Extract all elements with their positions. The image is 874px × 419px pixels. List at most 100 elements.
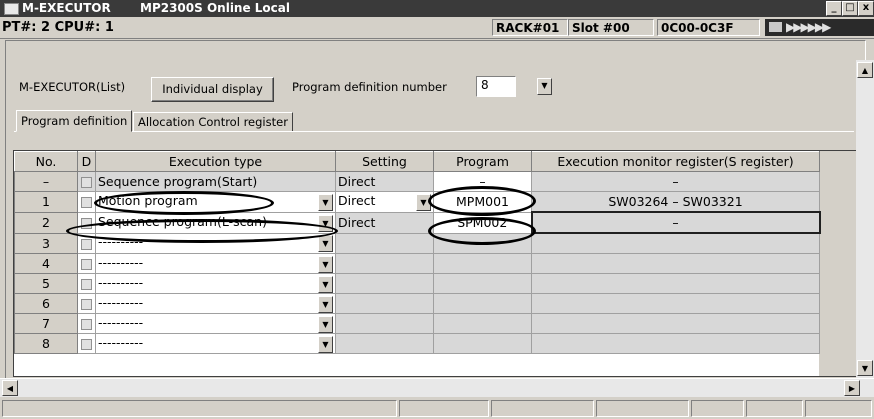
row-no: 4 [14,253,78,274]
row-checkbox[interactable] [77,253,96,274]
table-row: 3 ▼ ---------- [14,232,820,254]
tab-allocation-control-register[interactable]: Allocation Control register [133,112,293,132]
program-definition-number-label: Program definition number [292,80,447,94]
row-execution-type-select[interactable]: ▼ ---------- [95,293,336,314]
scroll-left-icon[interactable]: ◀ [2,380,18,396]
row-checkbox[interactable] [77,313,96,334]
individual-display-button[interactable]: Individual display [151,77,274,102]
row-checkbox[interactable] [77,191,96,213]
dropdown-arrow-icon[interactable]: ▼ [318,214,333,232]
vertical-scrollbar[interactable]: ▲ ▼ [856,60,874,378]
horizontal-scrollbar[interactable]: ◀ ▶ [0,378,874,397]
table-row: 2 ▼ Sequence program(L-scan) Direct SPM00… [14,211,821,234]
program-definition-number-select[interactable]: 8 [476,76,516,97]
row-setting [335,293,434,314]
dropdown-arrow-icon[interactable]: ▼ [416,193,431,211]
dropdown-arrow-icon[interactable]: ▼ [537,78,552,95]
row-execution-type-select[interactable]: ▼ Sequence program(L-scan) [95,211,336,234]
row-monitor [531,273,820,294]
bottom-status-bar [0,398,874,419]
dropdown-arrow-icon[interactable]: ▼ [318,255,333,273]
connection-status-bar: PT#: 2 CPU#: 1 RACK#01 Slot #00 0C00-0C3… [0,18,874,39]
row-no: – [14,171,78,192]
row-monitor [531,313,820,334]
row-setting [335,253,434,274]
list-label: M-EXECUTOR(List) [19,80,126,94]
status-segment [596,400,689,417]
dropdown-arrow-icon[interactable]: ▼ [318,275,333,293]
row-checkbox[interactable] [77,232,96,254]
status-segment [691,400,744,417]
row-no: 6 [14,293,78,314]
tab-program-definition[interactable]: Program definition [16,110,133,132]
close-button[interactable]: x [858,1,874,16]
table-row: 5 ▼ ---------- [14,273,820,294]
table-row: – Sequence program(Start) Direct – – [14,171,820,192]
row-checkbox [77,171,96,192]
scroll-up-icon[interactable]: ▲ [857,62,873,78]
row-execution-type-select[interactable]: ▼ Motion program [95,191,336,213]
row-execution-type-select[interactable]: ▼ ---------- [95,273,336,294]
row-execution-type-select[interactable]: ▼ ---------- [95,333,336,354]
row-program [433,253,532,274]
col-header-monitor-register[interactable]: Execution monitor register(S register) [531,151,820,172]
dropdown-arrow-icon[interactable]: ▼ [318,295,333,313]
pt-cpu-label: PT#: 2 CPU#: 1 [2,20,114,35]
row-setting [335,313,434,334]
row-setting-select[interactable]: ▼ Direct [335,191,434,213]
communication-indicator: ▶▶▶▶▶▶ [765,19,874,36]
row-no: 7 [14,313,78,334]
maximize-button[interactable]: □ [842,1,858,16]
dropdown-arrow-icon[interactable]: ▼ [318,315,333,333]
col-header-execution-type[interactable]: Execution type [95,151,336,172]
row-execution-type-select[interactable]: ▼ ---------- [95,232,336,254]
row-monitor: – [531,171,820,192]
row-program [433,273,532,294]
table-row: 7 ▼ ---------- [14,313,820,334]
row-no: 3 [14,232,78,254]
row-monitor[interactable]: – [530,211,821,234]
row-execution-type: Sequence program(Start) [95,171,336,192]
table-header-row: No. D Execution type Setting Program Exe… [14,151,820,172]
row-setting [335,273,434,294]
col-header-d[interactable]: D [77,151,96,172]
row-checkbox[interactable] [77,293,96,314]
table-row: 1 ▼ Motion program ▼ Direct MPM001 SW03264… [14,191,820,213]
col-header-setting[interactable]: Setting [335,151,434,172]
dropdown-arrow-icon[interactable]: ▼ [318,335,333,353]
dropdown-arrow-icon[interactable]: ▼ [318,235,333,253]
dropdown-arrow-icon[interactable]: ▼ [318,193,333,211]
row-checkbox[interactable] [77,333,96,354]
row-monitor [531,293,820,314]
monitor-icon [769,22,782,32]
status-segment [805,400,872,417]
row-no: 5 [14,273,78,294]
row-monitor: SW03264 – SW03321 [531,191,820,213]
row-checkbox[interactable] [77,273,96,294]
table-row: 6 ▼ ---------- [14,293,820,314]
title-bar[interactable]: M-EXECUTOR MP2300S Online Local _ □ x [0,0,874,17]
row-setting [335,232,434,254]
col-header-program[interactable]: Program [433,151,532,172]
row-setting [335,333,434,354]
col-header-no[interactable]: No. [14,151,78,172]
row-execution-type-select[interactable]: ▼ ---------- [95,253,336,274]
row-checkbox[interactable] [77,211,96,234]
scroll-right-icon[interactable]: ▶ [844,380,860,396]
row-program[interactable]: – [433,171,532,192]
row-program[interactable]: SPM002 [433,211,532,234]
status-segment [399,400,489,417]
row-program[interactable]: MPM001 [433,191,532,213]
scroll-down-icon[interactable]: ▼ [857,360,873,376]
app-icon [4,3,19,15]
row-monitor [531,253,820,274]
window-title: M-EXECUTOR [22,1,111,15]
rack-field: RACK#01 [492,19,568,36]
row-monitor [531,333,820,354]
row-no: 1 [14,191,78,213]
row-no: 2 [14,211,78,234]
row-program [433,232,532,254]
row-execution-type-select[interactable]: ▼ ---------- [95,313,336,334]
status-segment [2,400,397,417]
minimize-button[interactable]: _ [826,1,842,16]
